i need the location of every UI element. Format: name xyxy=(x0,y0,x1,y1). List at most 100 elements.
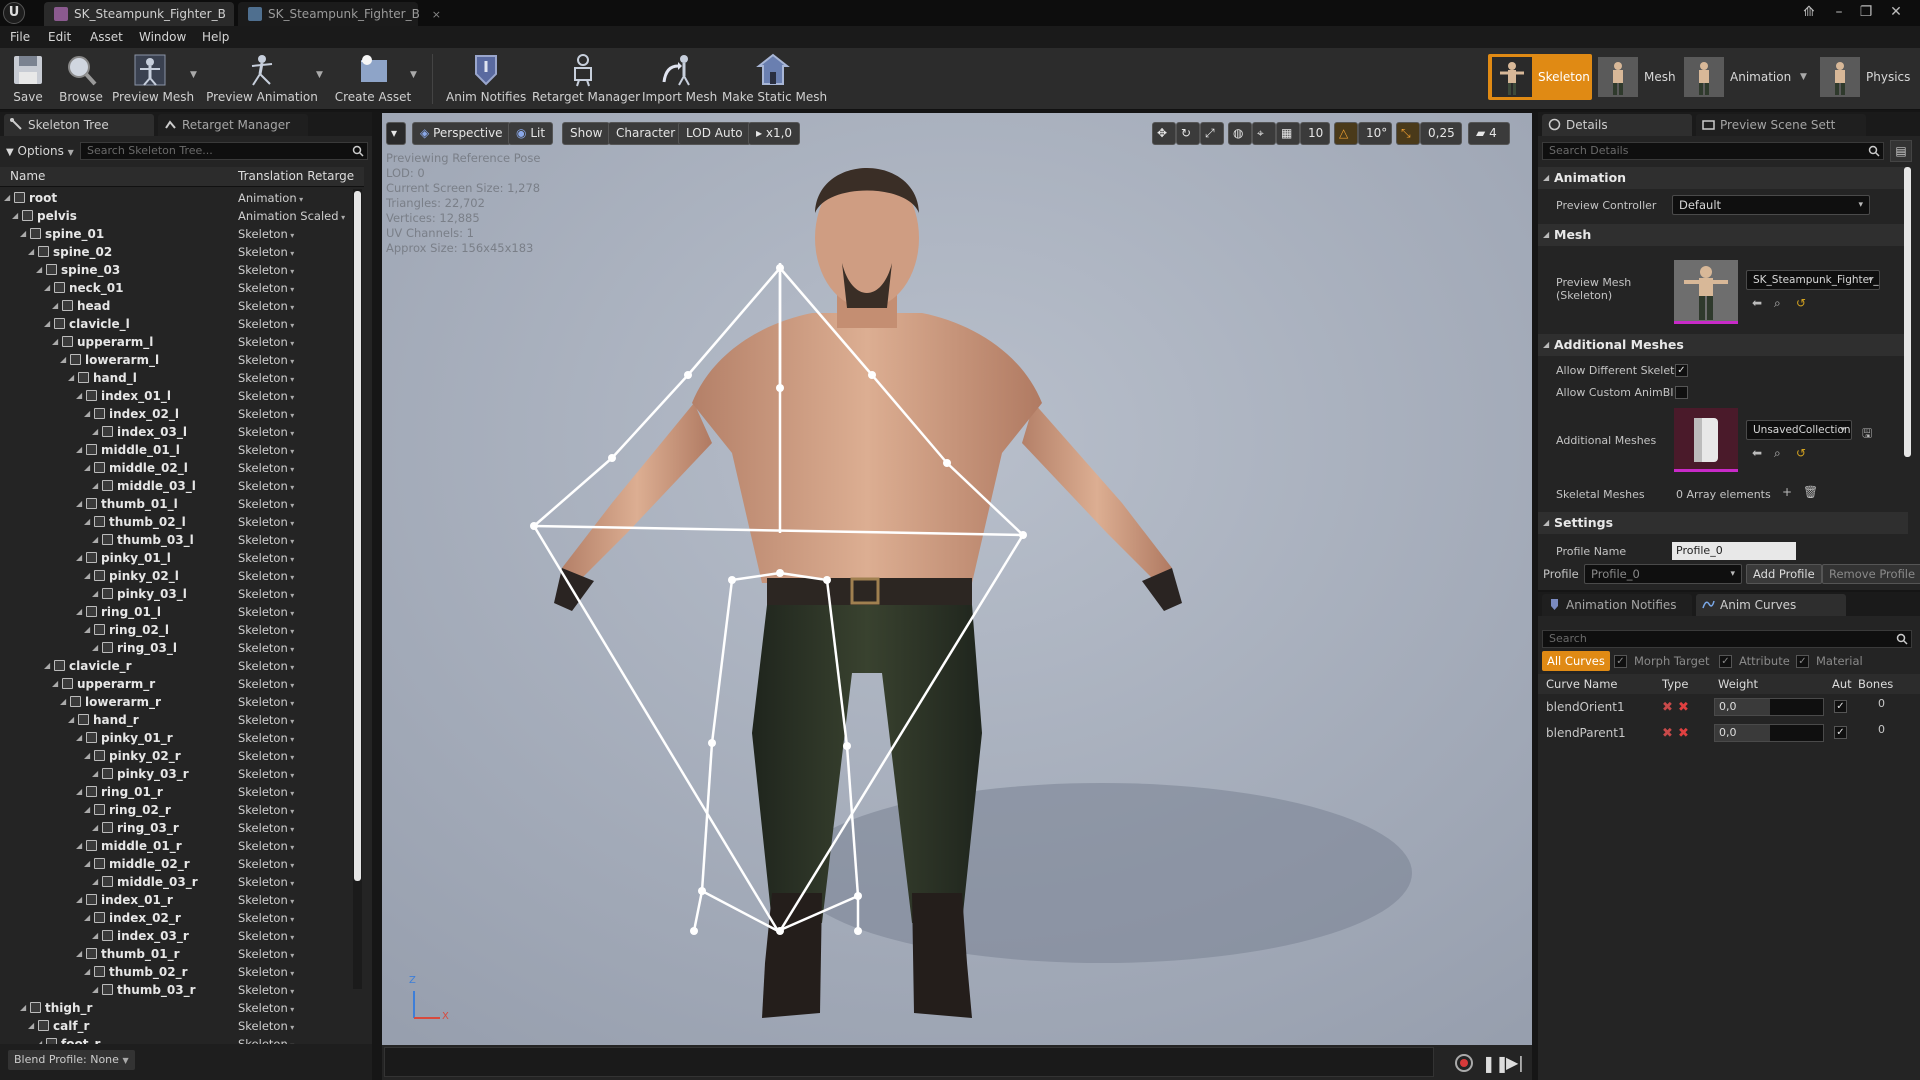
material-type-icon[interactable]: ✖ xyxy=(1678,697,1689,719)
browse-asset-icon[interactable]: ⌕ xyxy=(1774,446,1781,461)
camera-speed-button[interactable]: ▰ 4 xyxy=(1468,122,1510,145)
translation-retarget-dropdown[interactable]: Skeleton xyxy=(238,873,294,893)
tree-row-bone[interactable]: ◢ thumb_02_r Skeleton xyxy=(0,963,364,981)
tree-row-bone[interactable]: ◢ thumb_03_l Skeleton xyxy=(0,531,364,549)
tree-row-bone[interactable]: ◢ ring_01_r Skeleton xyxy=(0,783,364,801)
tree-row-bone[interactable]: ◢ lowerarm_r Skeleton xyxy=(0,693,364,711)
translation-retarget-dropdown[interactable]: Skeleton xyxy=(238,225,294,245)
details-search-input[interactable]: Search Details xyxy=(1542,142,1884,160)
tree-row-bone[interactable]: ◢ ring_01_l Skeleton xyxy=(0,603,364,621)
translation-retarget-dropdown[interactable]: Skeleton xyxy=(238,495,294,515)
column-name-header[interactable]: Name xyxy=(10,169,45,183)
translation-retarget-dropdown[interactable]: Skeleton xyxy=(238,909,294,929)
tree-row-bone[interactable]: ◢ pinky_01_r Skeleton xyxy=(0,729,364,747)
maximize-icon[interactable]: ❐ xyxy=(1852,2,1880,22)
scale-snap-icon[interactable]: ⤡ xyxy=(1396,122,1420,145)
chevron-down-icon[interactable]: ▼ xyxy=(316,70,326,80)
tree-row-bone[interactable]: ◢ index_03_r Skeleton xyxy=(0,927,364,945)
menu-edit[interactable]: Edit xyxy=(48,28,71,46)
tree-row-bone[interactable]: ◢ ring_03_r Skeleton xyxy=(0,819,364,837)
close-window-icon[interactable]: ✕ xyxy=(1882,2,1910,22)
translation-retarget-dropdown[interactable]: Skeleton xyxy=(238,549,294,569)
tab-anim-curves[interactable]: Anim Curves xyxy=(1696,594,1846,616)
column-retarget-header[interactable]: Translation Retarge xyxy=(238,169,354,183)
grid-snap-value[interactable]: 10 xyxy=(1300,122,1330,145)
expand-arrow-icon[interactable]: ◢ xyxy=(92,873,102,891)
tree-row-bone[interactable]: ◢ thumb_03_r Skeleton xyxy=(0,981,364,999)
preview-animation-button[interactable]: Preview Animation xyxy=(206,50,318,108)
tree-row-bone[interactable]: ◢ head Skeleton xyxy=(0,297,364,315)
expand-arrow-icon[interactable]: ◢ xyxy=(76,441,86,459)
translation-retarget-dropdown[interactable]: Skeleton xyxy=(238,477,294,497)
tree-row-bone[interactable]: ◢ pinky_01_l Skeleton xyxy=(0,549,364,567)
expand-arrow-icon[interactable]: ◢ xyxy=(76,837,86,855)
add-profile-button[interactable]: Add Profile xyxy=(1746,564,1822,584)
translation-retarget-dropdown[interactable]: Skeleton xyxy=(238,315,294,335)
filter-all-curves-button[interactable]: All Curves xyxy=(1542,651,1610,671)
tree-row-bone[interactable]: ◢ index_03_l Skeleton xyxy=(0,423,364,441)
filter-attribute-checkbox[interactable]: ✓ xyxy=(1719,655,1732,668)
unreal-logo-icon[interactable]: U xyxy=(3,2,25,24)
tree-row-bone[interactable]: ◢ pinky_03_r Skeleton xyxy=(0,765,364,783)
expand-arrow-icon[interactable]: ◢ xyxy=(52,675,62,693)
section-additional-meshes-header[interactable]: Additional Meshes xyxy=(1538,334,1908,356)
translation-retarget-dropdown[interactable]: Skeleton xyxy=(238,945,294,965)
translation-retarget-dropdown[interactable]: Skeleton xyxy=(238,369,294,389)
left-splitter[interactable] xyxy=(372,112,382,1080)
expand-arrow-icon[interactable]: ◢ xyxy=(84,747,94,765)
tab-preview-scene-settings[interactable]: Preview Scene Sett xyxy=(1696,114,1866,136)
tree-row-bone[interactable]: ◢ ring_03_l Skeleton xyxy=(0,639,364,657)
mode-animation-button[interactable]: Animation xyxy=(1680,54,1791,100)
tree-row-bone[interactable]: ◢ thumb_01_l Skeleton xyxy=(0,495,364,513)
translation-retarget-dropdown[interactable]: Skeleton xyxy=(238,243,294,263)
tab-animation-notifies[interactable]: Animation Notifies xyxy=(1542,594,1692,616)
mode-mesh-button[interactable]: Mesh xyxy=(1594,54,1676,100)
translation-retarget-dropdown[interactable]: Skeleton xyxy=(238,351,294,371)
translation-retarget-dropdown[interactable]: Skeleton xyxy=(238,297,294,317)
expand-arrow-icon[interactable]: ◢ xyxy=(4,189,14,207)
translation-retarget-dropdown[interactable]: Skeleton xyxy=(238,981,294,1001)
translation-retarget-dropdown[interactable]: Skeleton xyxy=(238,765,294,785)
character-button[interactable]: Character xyxy=(608,122,684,145)
expand-arrow-icon[interactable]: ◢ xyxy=(44,279,54,297)
translation-retarget-dropdown[interactable]: Skeleton xyxy=(238,441,294,461)
notification-icon[interactable]: ⟰ xyxy=(1795,2,1823,22)
expand-arrow-icon[interactable]: ◢ xyxy=(92,531,102,549)
tree-row-bone[interactable]: ◢ root Animation xyxy=(0,189,364,207)
expand-arrow-icon[interactable]: ◢ xyxy=(84,621,94,639)
tree-row-bone[interactable]: ◢ spine_03 Skeleton xyxy=(0,261,364,279)
preview-mesh-thumbnail[interactable] xyxy=(1674,260,1738,324)
column-curve-name[interactable]: Curve Name xyxy=(1546,677,1618,691)
expand-arrow-icon[interactable]: ◢ xyxy=(92,477,102,495)
filter-morph-target-checkbox[interactable]: ✓ xyxy=(1614,655,1627,668)
tree-row-bone[interactable]: ◢ clavicle_l Skeleton xyxy=(0,315,364,333)
expand-arrow-icon[interactable]: ◢ xyxy=(76,783,86,801)
tree-row-bone[interactable]: ◢ spine_01 Skeleton xyxy=(0,225,364,243)
expand-arrow-icon[interactable]: ◢ xyxy=(20,999,30,1017)
lit-button[interactable]: ◉ Lit xyxy=(508,122,554,145)
expand-arrow-icon[interactable]: ◢ xyxy=(84,567,94,585)
expand-arrow-icon[interactable]: ◢ xyxy=(12,207,22,225)
record-icon[interactable] xyxy=(1455,1054,1473,1072)
expand-arrow-icon[interactable]: ◢ xyxy=(44,315,54,333)
translation-retarget-dropdown[interactable]: Skeleton xyxy=(238,531,294,551)
expand-arrow-icon[interactable]: ◢ xyxy=(84,801,94,819)
remove-profile-button[interactable]: Remove Profile xyxy=(1822,564,1920,584)
translation-retarget-dropdown[interactable]: Skeleton xyxy=(238,423,294,443)
create-asset-button[interactable]: Create Asset xyxy=(334,50,412,108)
curve-auto-checkbox[interactable]: ✓ xyxy=(1834,700,1847,713)
translation-retarget-dropdown[interactable]: Skeleton xyxy=(238,729,294,749)
expand-arrow-icon[interactable]: ◢ xyxy=(76,729,86,747)
menu-file[interactable]: File xyxy=(10,28,30,46)
tree-row-bone[interactable]: ◢ thumb_02_l Skeleton xyxy=(0,513,364,531)
expand-arrow-icon[interactable]: ◢ xyxy=(44,657,54,675)
expand-arrow-icon[interactable]: ◢ xyxy=(52,297,62,315)
expand-arrow-icon[interactable]: ◢ xyxy=(60,351,70,369)
expand-arrow-icon[interactable]: ◢ xyxy=(84,909,94,927)
translation-retarget-dropdown[interactable]: Skeleton xyxy=(238,459,294,479)
translation-retarget-dropdown[interactable]: Skeleton xyxy=(238,675,294,695)
translation-retarget-dropdown[interactable]: Skeleton xyxy=(238,639,294,659)
tree-row-bone[interactable]: ◢ thumb_01_r Skeleton xyxy=(0,945,364,963)
expand-arrow-icon[interactable]: ◢ xyxy=(76,891,86,909)
expand-arrow-icon[interactable]: ◢ xyxy=(76,549,86,567)
